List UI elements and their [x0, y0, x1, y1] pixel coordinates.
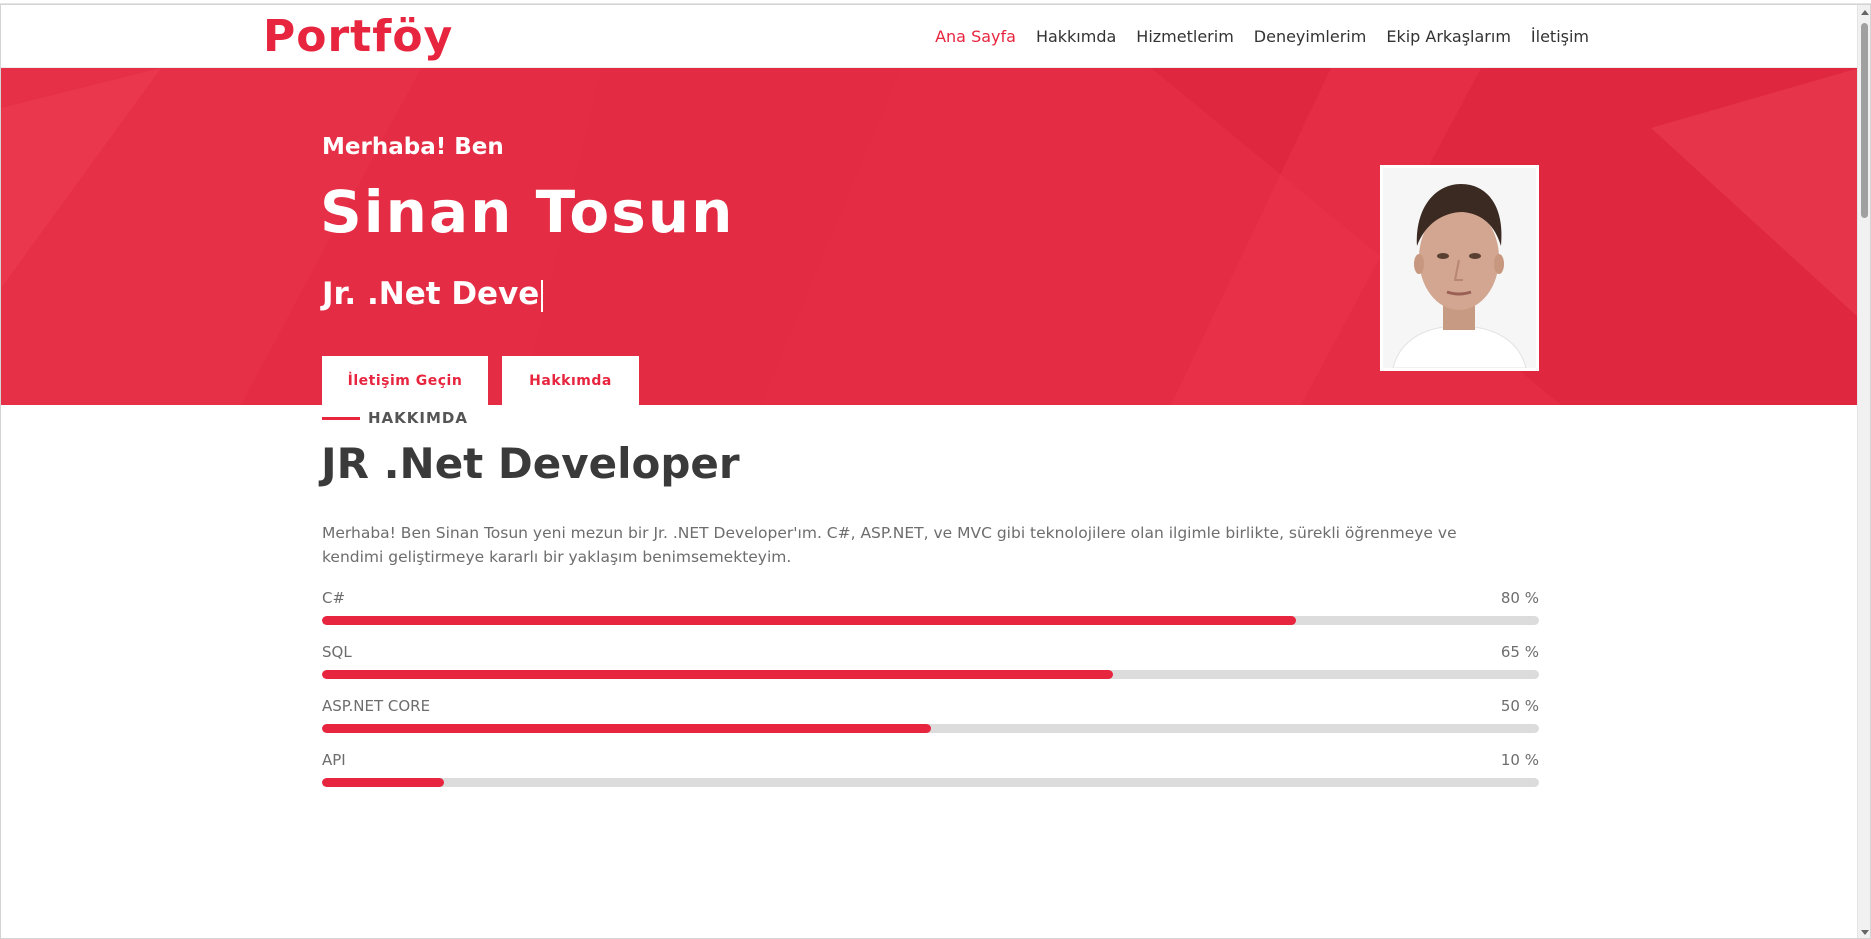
- vertical-scrollbar[interactable]: [1857, 5, 1870, 938]
- nav-item-ekip[interactable]: Ekip Arkaşlarım: [1386, 27, 1511, 46]
- skill-name: SQL: [322, 643, 352, 661]
- hero-background-shapes: [1, 68, 1859, 405]
- skill-percent: 65 %: [1500, 643, 1539, 661]
- skill-progress-fill: [322, 670, 1114, 679]
- navbar: Portföy Ana Sayfa Hakkımda Hizmetlerim D…: [1, 5, 1859, 68]
- skill-progress-fill: [322, 616, 1296, 625]
- skill-name: ASP.NET CORE: [322, 697, 431, 715]
- skill-progress-bar: [322, 616, 1539, 625]
- skill-progress-bar: [322, 724, 1539, 733]
- contact-button[interactable]: İletişim Geçin: [322, 356, 488, 405]
- kicker-line: [322, 416, 360, 420]
- hero-greeting: Merhaba! Ben: [322, 134, 504, 160]
- nav-item-hizmetlerim[interactable]: Hizmetlerim: [1136, 27, 1233, 46]
- hero-name: Sinan Tosun: [320, 178, 735, 246]
- skill-percent: 10 %: [1500, 751, 1539, 769]
- brand-logo[interactable]: Portföy: [263, 11, 453, 62]
- about-button[interactable]: Hakkımda: [502, 356, 639, 405]
- skill-name: API: [322, 751, 346, 769]
- skill-name: C#: [322, 589, 346, 607]
- skill-percent: 50 %: [1500, 697, 1539, 715]
- avatar-icon: [1383, 168, 1536, 368]
- scroll-thumb[interactable]: [1861, 23, 1868, 218]
- hero-role-text: Jr. .Net Deve: [322, 276, 540, 312]
- about-description: Merhaba! Ben Sinan Tosun yeni mezun bir …: [322, 524, 1457, 566]
- skills-list: C# 80 % SQL 65 % ASP.NET CORE 50 % API 1…: [322, 589, 1539, 805]
- about-kicker: HAKKIMDA: [322, 409, 468, 427]
- skill-item: C# 80 %: [322, 589, 1539, 643]
- typing-caret: [541, 279, 544, 312]
- nav-menu: Ana Sayfa Hakkımda Hizmetlerim Deneyimle…: [935, 27, 1589, 46]
- profile-photo: [1380, 165, 1539, 371]
- skill-progress-bar: [322, 670, 1539, 679]
- scroll-down-icon[interactable]: [1861, 930, 1869, 935]
- nav-item-ana-sayfa[interactable]: Ana Sayfa: [935, 27, 1016, 46]
- skill-item: SQL 65 %: [322, 643, 1539, 697]
- nav-item-deneyimlerim[interactable]: Deneyimlerim: [1254, 27, 1367, 46]
- about-title: JR .Net Developer: [321, 439, 740, 488]
- skill-progress-fill: [322, 724, 931, 733]
- skill-item: ASP.NET CORE 50 %: [322, 697, 1539, 751]
- hero-section: Merhaba! Ben Sinan Tosun Jr. .Net Deve İ…: [1, 68, 1859, 405]
- skill-percent: 80 %: [1500, 589, 1539, 607]
- skill-item: API 10 %: [322, 751, 1539, 805]
- skill-progress-fill: [322, 778, 444, 787]
- scroll-up-icon[interactable]: [1861, 10, 1869, 15]
- kicker-text: HAKKIMDA: [368, 409, 468, 427]
- page-viewport: Portföy Ana Sayfa Hakkımda Hizmetlerim D…: [0, 4, 1871, 939]
- hero-role: Jr. .Net Deve: [322, 276, 544, 312]
- nav-item-iletisim[interactable]: İletişim: [1531, 27, 1589, 46]
- skill-progress-bar: [322, 778, 1539, 787]
- nav-item-hakkimda[interactable]: Hakkımda: [1036, 27, 1116, 46]
